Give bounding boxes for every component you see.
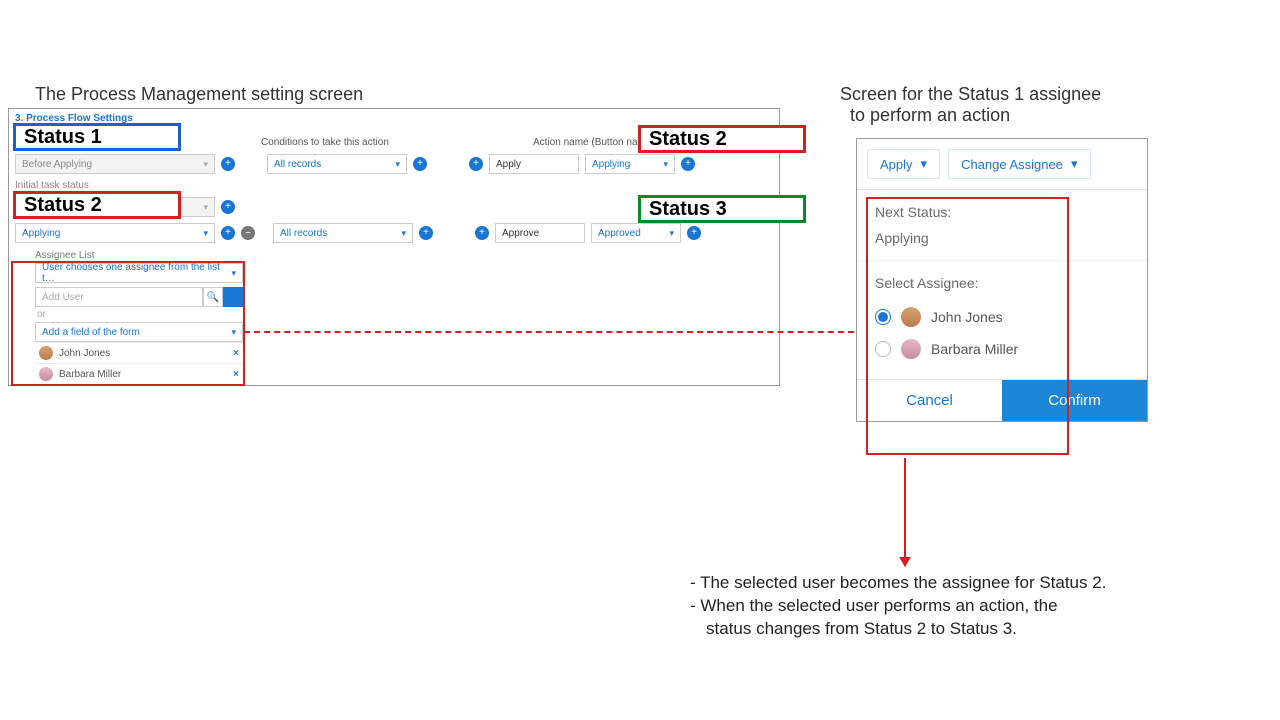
condition-dropdown-1[interactable]: All records ▾ <box>267 154 407 174</box>
initial-status-label: Initial task status <box>15 180 255 191</box>
chevron-down-icon: ▾ <box>1071 156 1078 172</box>
add-row-icon[interactable]: + <box>221 200 235 214</box>
add-condition-icon[interactable]: + <box>419 226 433 240</box>
left-caption: The Process Management setting screen <box>35 84 363 105</box>
change-assignee-button[interactable]: Change Assignee ▾ <box>948 149 1090 179</box>
overlay-status-1: Status 1 <box>13 123 181 151</box>
change-assignee-label: Change Assignee <box>961 157 1063 172</box>
chevron-down-icon: ▾ <box>401 228 406 239</box>
overlay-status-2a: Status 2 <box>638 125 806 153</box>
chevron-down-icon: ▾ <box>203 202 208 213</box>
overlay-status-3: Status 3 <box>638 195 806 223</box>
add-row-icon[interactable]: + <box>221 157 235 171</box>
apply-button[interactable]: Apply ▾ <box>867 149 940 179</box>
next-status-2-label: Approved <box>598 228 641 239</box>
col-conditions-header: Conditions to take this action <box>261 137 481 148</box>
assignee-list-title: Assignee List <box>35 250 243 261</box>
popup-highlight-box <box>866 197 1069 455</box>
assignee-highlight-box <box>11 261 245 386</box>
chevron-down-icon: ▾ <box>395 159 400 170</box>
add-condition-icon[interactable]: + <box>413 157 427 171</box>
status-before-label: Before Applying <box>22 159 92 170</box>
arrow-down-icon <box>904 458 906 566</box>
remove-row-icon[interactable]: − <box>241 226 255 240</box>
dashed-connector <box>244 331 864 333</box>
condition-dropdown-2[interactable]: All records ▾ <box>273 223 413 243</box>
chevron-down-icon: ▾ <box>203 228 208 239</box>
next-status-1-label: Applying <box>592 159 630 170</box>
condition-2-label: All records <box>280 228 327 239</box>
status-applying-dropdown[interactable]: Applying ▾ <box>15 223 215 243</box>
action-name-input-2[interactable]: Approve <box>495 223 585 243</box>
note-line-3: status changes from Status 2 to Status 3… <box>690 618 1106 641</box>
next-status-dropdown-1[interactable]: Applying ▾ <box>585 154 675 174</box>
chevron-down-icon: ▾ <box>669 228 674 239</box>
add-row-icon[interactable]: + <box>221 226 235 240</box>
chevron-down-icon: ▾ <box>921 156 928 172</box>
add-action-icon[interactable]: + <box>475 226 489 240</box>
action-name-input-1[interactable]: Apply <box>489 154 579 174</box>
explanation-notes: - The selected user becomes the assignee… <box>690 572 1106 641</box>
overlay-status-2b: Status 2 <box>13 191 181 219</box>
add-branch-icon[interactable]: + <box>687 226 701 240</box>
note-line-2: - When the selected user performs an act… <box>690 595 1106 618</box>
apply-label: Apply <box>880 157 913 172</box>
next-status-dropdown-2[interactable]: Approved ▾ <box>591 223 681 243</box>
note-line-1: - The selected user becomes the assignee… <box>690 572 1106 595</box>
chevron-down-icon: ▾ <box>663 159 668 170</box>
status-before-dropdown[interactable]: Before Applying ▾ <box>15 154 215 174</box>
right-caption: Screen for the Status 1 assignee to perf… <box>840 84 1101 126</box>
add-branch-icon[interactable]: + <box>681 157 695 171</box>
chevron-down-icon: ▾ <box>203 159 208 170</box>
condition-1-label: All records <box>274 159 321 170</box>
add-action-icon[interactable]: + <box>469 157 483 171</box>
status-applying-label: Applying <box>22 228 60 239</box>
